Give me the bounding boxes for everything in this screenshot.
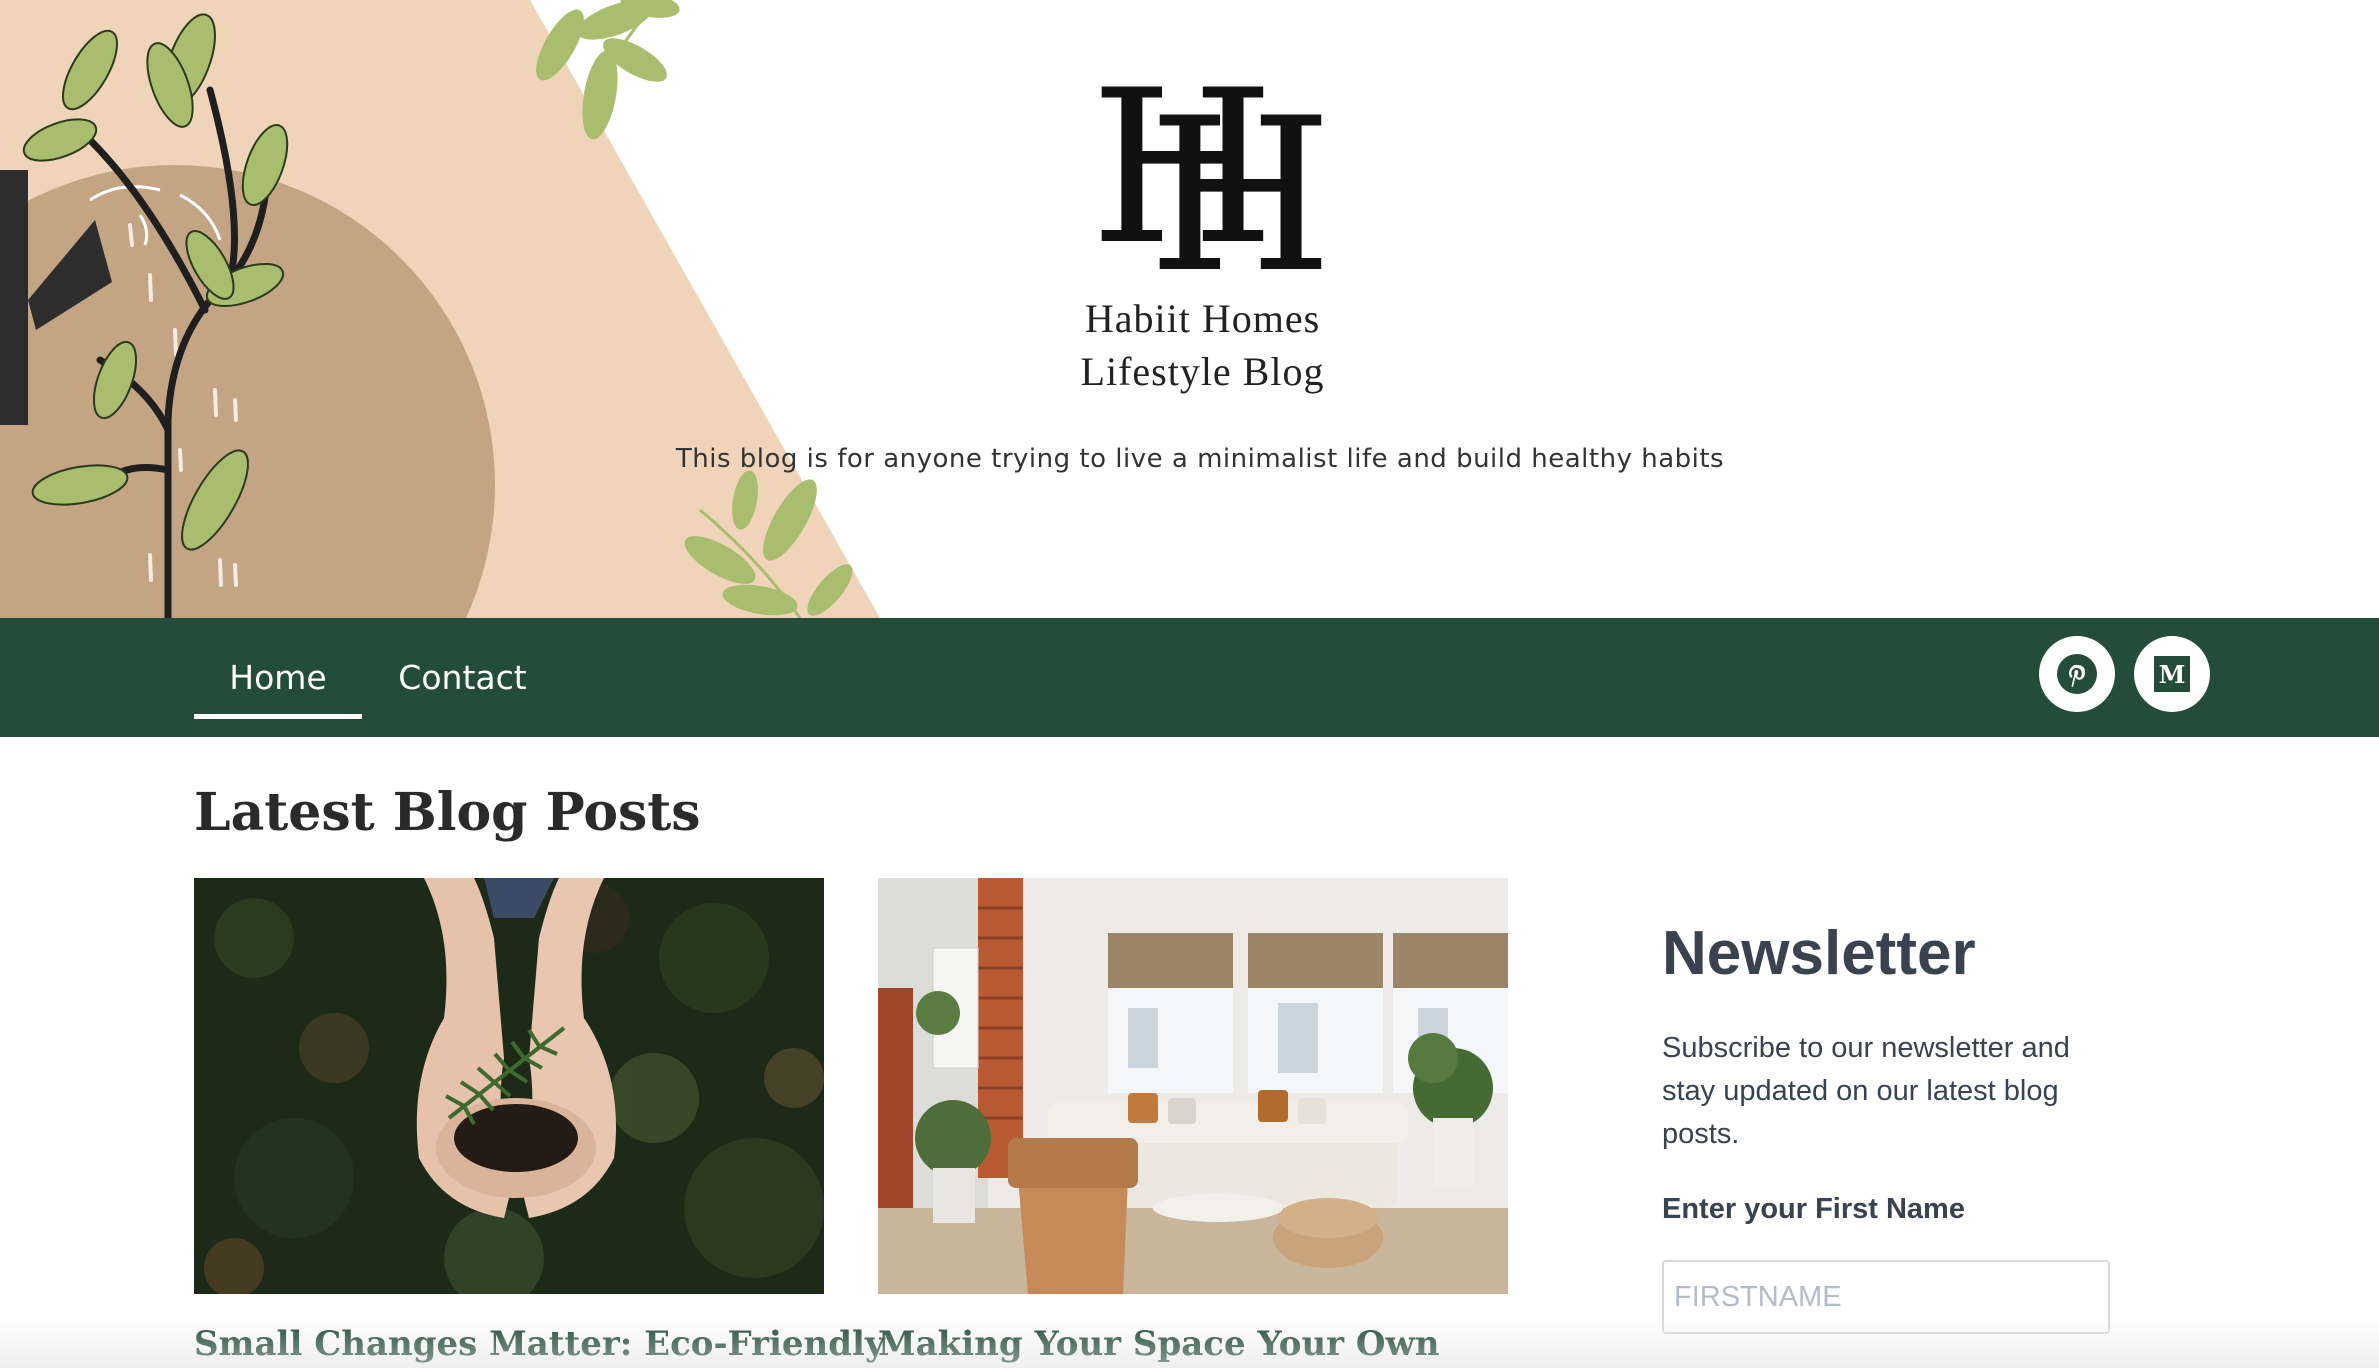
nav-item-contact[interactable]: Contact [380,618,545,737]
site-header: H H Habiit Homes Lifestyle Blog This blo… [0,0,2379,618]
pinterest-icon [2057,654,2097,694]
firstname-input[interactable] [1662,1260,2110,1334]
header-illustration [0,0,880,618]
post-title-2[interactable]: Making Your Space Your Own [878,1324,1440,1364]
logo-letter-h: H [1148,72,1333,319]
newsletter-description: Subscribe to our newsletter and stay upd… [1662,1032,2070,1150]
firstname-label: Enter your First Name [1662,1193,1965,1225]
site-title-line-2: Lifestyle Blog [1080,349,1325,394]
newsletter-heading: Newsletter [1662,919,1976,988]
post-title-1[interactable]: Small Changes Matter: Eco-Friendly [194,1324,885,1364]
site-title-line-1: Habiit Homes [1084,296,1321,341]
pinterest-button[interactable] [2039,636,2115,712]
medium-icon: M [2154,656,2190,692]
post-image-living-room[interactable] [878,878,1508,1294]
nav-item-home[interactable]: Home [194,618,362,737]
site-logo[interactable]: H H [1090,62,1333,302]
medium-button[interactable]: M [2134,636,2210,712]
main-navigation: Home Contact [0,618,2379,737]
latest-posts-heading: Latest Blog Posts [194,782,701,843]
site-tagline: This blog is for anyone trying to live a… [675,444,1725,474]
site-title[interactable]: Habiit Homes Lifestyle Blog [1000,292,1405,398]
svg-text:M: M [2159,660,2186,689]
post-image-hands-plant[interactable] [194,878,824,1294]
